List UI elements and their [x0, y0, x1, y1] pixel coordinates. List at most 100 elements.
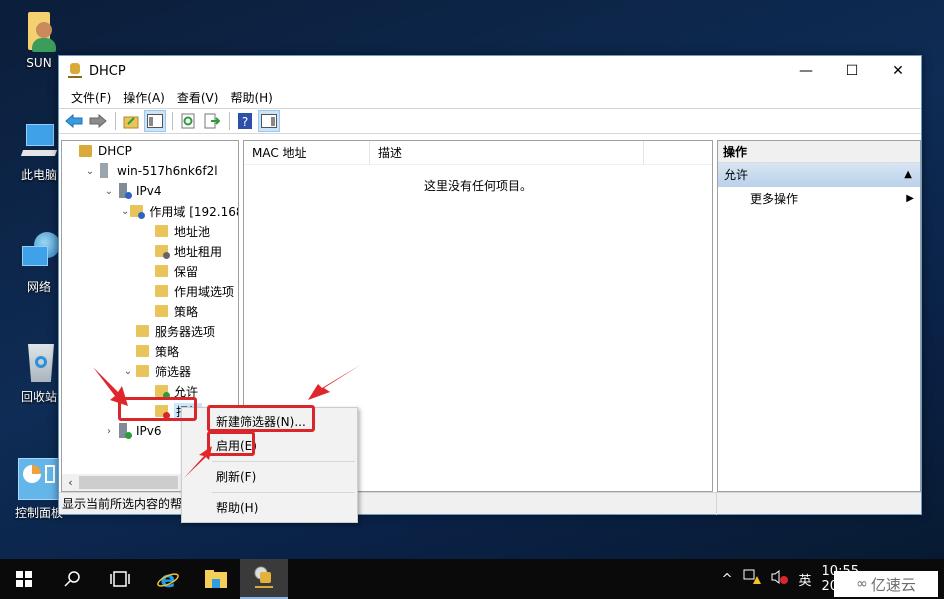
- volume-muted-icon[interactable]: [766, 569, 794, 589]
- help-button[interactable]: ?: [234, 110, 256, 132]
- show-hide-console-tree-button[interactable]: [144, 110, 166, 132]
- task-view-icon: [110, 571, 130, 587]
- dhcp-taskbar-button[interactable]: [240, 559, 288, 599]
- export-list-button[interactable]: [201, 110, 223, 132]
- input-method-indicator[interactable]: 英: [794, 570, 817, 589]
- allow-icon: [154, 383, 170, 399]
- dhcp-icon: [78, 143, 94, 159]
- forward-button[interactable]: [87, 110, 109, 132]
- minimize-button[interactable]: —: [783, 56, 829, 86]
- scroll-left-icon[interactable]: ‹: [62, 476, 79, 489]
- menu-separator: [212, 461, 355, 462]
- tree-item[interactable]: 保留: [62, 261, 238, 281]
- svg-text:e: e: [161, 568, 176, 591]
- task-view-button[interactable]: [96, 559, 144, 599]
- folder-options-icon: [154, 283, 170, 299]
- server-icon: [97, 163, 113, 179]
- collapse-caret-icon[interactable]: ▲: [904, 163, 912, 187]
- action-more-actions[interactable]: 更多操作 ▶: [718, 187, 920, 211]
- menu-help[interactable]: 帮助(H): [224, 89, 278, 106]
- folder-policy-icon: [154, 303, 170, 319]
- tree-expander-icon[interactable]: ›: [102, 426, 116, 437]
- actions-section-allow[interactable]: 允许 ▲: [718, 163, 920, 187]
- tree-item[interactable]: 地址池: [62, 221, 238, 241]
- tree-item[interactable]: ⌄ 筛选器: [62, 361, 238, 381]
- network-icon: [18, 232, 60, 274]
- tree-expander-icon[interactable]: ⌄: [121, 206, 129, 217]
- folder-options-icon: [135, 323, 151, 339]
- tree-item-label: 作用域 [192.168.1: [149, 204, 238, 219]
- column-header-mac[interactable]: MAC 地址: [244, 140, 370, 165]
- menu-item-help[interactable]: 帮助(H): [182, 496, 357, 520]
- up-folder-button[interactable]: [120, 110, 142, 132]
- filter-icon: [135, 363, 151, 379]
- tree-item-label: IPv4: [136, 184, 162, 198]
- svg-text:?: ?: [242, 115, 248, 129]
- menu-file[interactable]: 文件(F): [65, 89, 117, 106]
- window-title: DHCP: [89, 63, 126, 79]
- tree-expander-icon[interactable]: ⌄: [102, 186, 116, 197]
- title-bar[interactable]: DHCP — ☐ ✕: [59, 56, 921, 86]
- refresh-button[interactable]: [177, 110, 199, 132]
- file-explorer-button[interactable]: [192, 559, 240, 599]
- ipv6-icon: [116, 423, 132, 439]
- forward-arrow-icon: [89, 114, 107, 128]
- tree-item-label: 地址租用: [174, 244, 223, 259]
- tree-expander-icon[interactable]: ⌄: [121, 366, 135, 377]
- folder-icon: [154, 223, 170, 239]
- menu-item-enable[interactable]: 启用(E): [182, 434, 357, 458]
- tree-item[interactable]: 允许: [62, 381, 238, 401]
- list-header: MAC 地址 描述: [244, 140, 712, 165]
- action-pane-icon: [261, 114, 277, 128]
- menu-action[interactable]: 操作(A): [117, 89, 171, 106]
- control-panel-icon: [18, 458, 60, 500]
- tree-item[interactable]: ⌄ IPv4: [62, 181, 238, 201]
- menu-view[interactable]: 查看(V): [171, 89, 225, 106]
- column-header-description[interactable]: 描述: [370, 140, 644, 165]
- network-warning-icon[interactable]: [738, 569, 766, 589]
- start-button[interactable]: [0, 559, 48, 599]
- tree-item[interactable]: 服务器选项: [62, 321, 238, 341]
- tree-item[interactable]: ⌄ 作用域 [192.168.1: [62, 201, 238, 221]
- menu-item-new-filter[interactable]: 新建筛选器(N)...: [182, 410, 357, 434]
- tree-item-label: 保留: [174, 264, 199, 279]
- tree-item-label: 作用域选项: [174, 284, 235, 299]
- scope-icon: [129, 203, 146, 219]
- help-icon: ?: [238, 113, 252, 129]
- watermark-text: 亿速云: [870, 575, 916, 594]
- menu-item-refresh[interactable]: 刷新(F): [182, 465, 357, 489]
- tree-item[interactable]: 策略: [62, 301, 238, 321]
- internet-explorer-button[interactable]: e: [144, 559, 192, 599]
- tree-item-label: 策略: [174, 304, 199, 319]
- empty-list-message: 这里没有任何项目。: [423, 179, 532, 193]
- show-hidden-icons-button[interactable]: ^: [717, 572, 738, 587]
- actions-pane: 操作 允许 ▲ 更多操作 ▶: [717, 140, 921, 492]
- dhcp-icon: [254, 566, 273, 588]
- search-button[interactable]: [48, 559, 96, 599]
- up-folder-icon: [123, 116, 139, 129]
- tree-expander-icon[interactable]: ⌄: [83, 166, 97, 177]
- menu-bar: 文件(F) 操作(A) 查看(V) 帮助(H): [59, 86, 921, 108]
- context-menu: 新建筛选器(N)... 启用(E) 刷新(F) 帮助(H): [181, 407, 358, 523]
- watermark-logo-icon: ∞: [856, 576, 868, 592]
- status-segment: [717, 493, 921, 515]
- back-button[interactable]: [63, 110, 85, 132]
- toolbar-separator: [172, 112, 173, 130]
- internet-explorer-icon: e: [157, 568, 179, 591]
- tree-item[interactable]: 策略: [62, 341, 238, 361]
- maximize-button[interactable]: ☐: [829, 56, 875, 86]
- tree-item[interactable]: DHCP: [62, 141, 238, 161]
- close-button[interactable]: ✕: [875, 56, 921, 86]
- tree-item[interactable]: 地址租用: [62, 241, 238, 261]
- tree-item-label: 筛选器: [155, 364, 192, 379]
- show-hide-action-pane-button[interactable]: [258, 110, 280, 132]
- computer-icon: [18, 120, 60, 162]
- tree-item[interactable]: 作用域选项: [62, 281, 238, 301]
- tree-item-label: 服务器选项: [155, 324, 216, 339]
- refresh-icon: [181, 113, 195, 129]
- toolbar-separator: [229, 112, 230, 130]
- windows-logo-icon: [16, 571, 32, 587]
- tree-item[interactable]: ⌄ win-517h6nk6f2l: [62, 161, 238, 181]
- ipv4-icon: [116, 183, 132, 199]
- scrollbar-thumb[interactable]: [79, 476, 178, 489]
